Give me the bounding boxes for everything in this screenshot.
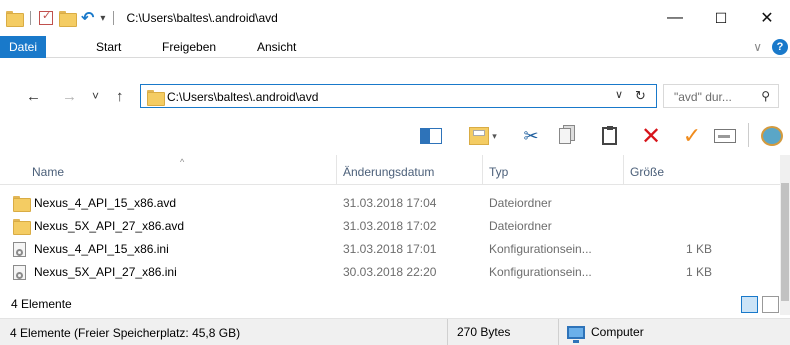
up-button[interactable]: ↑ bbox=[116, 88, 124, 105]
file-name[interactable]: Nexus_5X_API_27_x86.avd bbox=[34, 215, 184, 238]
chevron-down-icon[interactable]: ∨ bbox=[753, 40, 762, 54]
rename-icon[interactable] bbox=[712, 125, 738, 147]
paste-icon[interactable] bbox=[598, 125, 620, 147]
file-size bbox=[630, 192, 712, 215]
file-name[interactable]: Nexus_4_API_15_x86.avd bbox=[34, 192, 176, 215]
separator bbox=[30, 11, 31, 25]
close-button[interactable]: ✕ bbox=[744, 0, 790, 36]
file-row[interactable]: Nexus_4_API_15_x86.avd 31.03.2018 17:04 … bbox=[0, 192, 780, 215]
properties-icon[interactable]: ▾ bbox=[466, 125, 500, 147]
status-location-label: Computer bbox=[591, 325, 644, 339]
separator bbox=[113, 11, 115, 25]
tab-ansicht[interactable]: Ansicht bbox=[257, 36, 296, 58]
tab-freigeben[interactable]: Freigeben bbox=[162, 36, 216, 58]
file-type: Konfigurationsein... bbox=[489, 242, 592, 256]
file-date: 30.03.2018 22:20 bbox=[343, 265, 437, 279]
shell-icon[interactable] bbox=[760, 125, 784, 147]
properties-checkbox-icon[interactable]: ✓ bbox=[39, 10, 53, 25]
file-date: 31.03.2018 17:02 bbox=[343, 219, 437, 233]
tab-datei[interactable]: Datei bbox=[0, 36, 46, 58]
maximize-button[interactable]: ☐ bbox=[698, 0, 744, 36]
config-file-icon bbox=[13, 242, 26, 257]
search-input[interactable]: "avd" dur... bbox=[674, 90, 732, 104]
copy-icon[interactable] bbox=[554, 125, 576, 147]
config-file-icon bbox=[13, 265, 26, 280]
toolbar-separator bbox=[748, 123, 749, 147]
folder-icon bbox=[13, 219, 31, 235]
scrollbar-thumb[interactable] bbox=[781, 183, 789, 301]
undo-icon[interactable]: ↶ bbox=[81, 8, 94, 28]
status-bar: 4 Elemente (Freier Speicherplatz: 45,8 G… bbox=[0, 318, 790, 345]
status-size: 270 Bytes bbox=[447, 319, 510, 345]
file-type: Dateiordner bbox=[489, 219, 552, 233]
computer-icon bbox=[567, 326, 585, 343]
minimize-button[interactable]: — bbox=[652, 0, 698, 36]
file-size: 1 KB bbox=[685, 265, 712, 279]
large-icons-view-icon[interactable] bbox=[762, 296, 779, 313]
address-text[interactable]: C:\Users\baltes\.android\avd bbox=[167, 90, 318, 104]
tab-start[interactable]: Start bbox=[96, 36, 121, 58]
search-icon[interactable]: ⚲ bbox=[761, 89, 770, 103]
window-controls: — ☐ ✕ bbox=[652, 0, 790, 36]
column-type[interactable]: Typ bbox=[483, 155, 624, 185]
folder-icon bbox=[13, 196, 31, 212]
forward-button[interactable]: → bbox=[62, 88, 77, 105]
status-summary: 4 Elemente (Freier Speicherplatz: 45,8 G… bbox=[10, 326, 241, 340]
file-row[interactable]: Nexus_4_API_15_x86.ini 31.03.2018 17:01 … bbox=[0, 238, 780, 261]
details-view-icon[interactable] bbox=[741, 296, 758, 313]
refresh-icon[interactable]: ↻ bbox=[635, 88, 646, 104]
recent-locations-button[interactable]: ˅ bbox=[92, 89, 99, 103]
address-bar[interactable]: C:\Users\baltes\.android\avd ∨ ↻ bbox=[140, 84, 657, 108]
file-date: 31.03.2018 17:01 bbox=[343, 242, 437, 256]
vertical-scrollbar[interactable] bbox=[780, 155, 790, 315]
ribbon: Datei Start Freigeben Ansicht ∨ ? bbox=[0, 36, 790, 58]
customize-qa-icon[interactable]: ▾ bbox=[100, 13, 105, 24]
folder-icon bbox=[147, 90, 165, 106]
new-folder-icon[interactable] bbox=[59, 11, 77, 27]
window-title: C:\Users\baltes\.android\avd bbox=[126, 11, 278, 25]
address-dropdown-icon[interactable]: ∨ bbox=[615, 88, 623, 101]
delete-icon[interactable]: ✕ bbox=[640, 123, 662, 150]
file-type: Dateiordner bbox=[489, 196, 552, 210]
title-bar: ✓ ↶ ▾ C:\Users\baltes\.android\avd — ☐ ✕ bbox=[0, 0, 790, 36]
column-size[interactable]: Größe bbox=[624, 155, 734, 185]
view-switcher bbox=[741, 296, 779, 313]
help-icon[interactable]: ? bbox=[772, 39, 788, 55]
file-name[interactable]: Nexus_4_API_15_x86.ini bbox=[34, 238, 169, 261]
back-button[interactable]: ← bbox=[26, 88, 41, 105]
file-date: 31.03.2018 17:04 bbox=[343, 196, 437, 210]
file-row[interactable]: Nexus_5X_API_27_x86.avd 31.03.2018 17:02… bbox=[0, 215, 780, 238]
checkmark-icon[interactable]: ✓ bbox=[680, 123, 704, 148]
preview-pane-icon[interactable] bbox=[418, 125, 444, 147]
file-size bbox=[630, 215, 712, 238]
column-date[interactable]: Änderungsdatum bbox=[337, 155, 483, 185]
search-box[interactable]: "avd" dur... ⚲ bbox=[663, 84, 779, 108]
cut-icon[interactable]: ✂ bbox=[520, 125, 542, 147]
status-location: Computer bbox=[558, 319, 644, 345]
items-count: 4 Elemente bbox=[11, 297, 72, 311]
column-name[interactable]: Name bbox=[26, 155, 337, 185]
column-header: ^ Name Änderungsdatum Typ Größe bbox=[0, 155, 780, 185]
quick-access-toolbar: ✓ ↶ ▾ C:\Users\baltes\.android\avd bbox=[0, 0, 278, 36]
toolbar: ▾ ✂ ✕ ✓ bbox=[0, 117, 790, 155]
file-size: 1 KB bbox=[685, 242, 712, 256]
file-type: Konfigurationsein... bbox=[489, 265, 592, 279]
folder-icon bbox=[6, 11, 24, 27]
file-name[interactable]: Nexus_5X_API_27_x86.ini bbox=[34, 261, 177, 284]
file-row[interactable]: Nexus_5X_API_27_x86.ini 30.03.2018 22:20… bbox=[0, 261, 780, 284]
